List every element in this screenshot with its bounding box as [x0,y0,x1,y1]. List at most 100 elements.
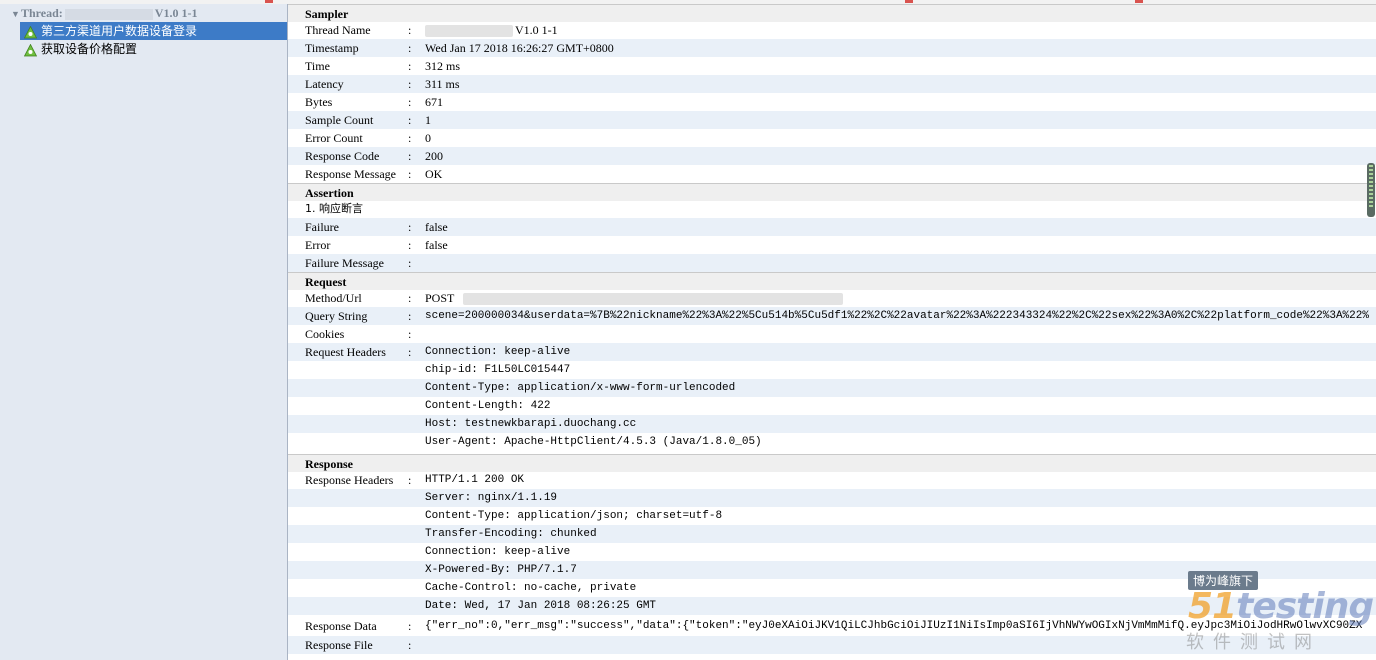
field-key: Thread Name [305,23,371,37]
field-key: Latency [305,77,344,91]
field-separator: : [408,256,412,270]
field-row: Cookies: [288,325,1376,343]
field-row: X-Powered-By: PHP/7.1.7 [288,561,1376,579]
field-separator: : [408,23,412,37]
field-value: Date: Wed, 17 Jan 2018 08:26:25 GMT [425,600,657,612]
tree-root-thread[interactable]: ▼Thread: V1.0 1-1 [0,4,287,22]
field-value: HTTP/1.1 200 OK [425,474,525,486]
field-separator: : [408,345,412,359]
field-row: User-Agent: Apache-HttpClient/4.5.3 (Jav… [288,433,1376,451]
sampler-result-panel: Sampler Thread Name: V1.0 1-1 Timestamp: W… [288,4,1376,660]
field-separator: : [408,638,412,652]
field-separator: : [408,220,412,234]
field-key: Error Count [305,131,363,145]
field-value: Host: testnewkbarapi.duochang.cc [425,418,637,430]
field-key: Error [305,238,331,252]
field-row: Response File: [288,636,1376,654]
field-key: Method/Url [305,291,362,305]
field-value: {"err_no":0,"err_msg":"success","data":{… [425,620,1363,632]
field-row: Thread Name: V1.0 1-1 [288,21,1376,39]
field-key: Failure Message [305,256,384,270]
field-value: Wed Jan 17 2018 16:26:27 GMT+0800 [425,41,614,55]
field-row: Content-Type: application/x-www-form-url… [288,379,1376,397]
redacted-text [425,25,513,38]
field-row: Failure: false [288,218,1376,236]
field-value: 312 ms [425,59,461,73]
field-row: chip-id: F1L50LC015447 [288,361,1376,379]
redacted-url [463,293,844,306]
field-row: Failure Message: [288,254,1376,272]
field-separator: : [408,95,412,109]
field-key: Response Data [305,619,377,633]
field-row: Response Data: {"err_no":0,"err_msg":"suc… [288,617,1376,635]
field-separator: : [408,77,412,91]
field-separator: : [408,131,412,145]
field-value: chip-id: F1L50LC015447 [425,364,571,376]
success-sampler-icon [24,25,37,39]
field-separator: : [408,113,412,127]
field-value: Connection: keep-alive [425,546,571,558]
field-row: Connection: keep-alive [288,543,1376,561]
field-row: Content-Type: application/json; charset=… [288,507,1376,525]
assertion-name-row: 1. 响应断言 [288,200,1376,218]
field-key: Response Message [305,167,396,181]
field-value: Cache-Control: no-cache, private [425,582,637,594]
field-value: Content-Length: 422 [425,400,551,412]
field-separator: : [408,167,412,181]
field-value: 311 ms [425,77,460,91]
field-row: Response Headers: HTTP/1.1 200 OK [288,471,1376,489]
collapse-toggle-icon[interactable]: ▼ [11,5,21,23]
field-separator: : [408,41,412,55]
tree-item-sampler-1[interactable]: 第三方渠道用户数据设备登录 [20,22,287,40]
field-row: Error: false [288,236,1376,254]
field-separator: : [408,291,412,305]
tree-item-sampler-2[interactable]: 获取设备价格配置 [20,40,287,58]
toolbar-marker [1135,0,1143,3]
field-value: scene=200000034&userdata=%7B%22nickname%… [425,310,1369,322]
field-separator: : [408,149,412,163]
section-header-request: Request [288,272,1376,290]
field-value: 0 [425,131,431,145]
field-row: Host: testnewkbarapi.duochang.cc [288,415,1376,433]
field-row: Timestamp: Wed Jan 17 2018 16:26:27 GMT+0… [288,39,1376,57]
field-row: Response Code:200 [288,147,1376,165]
field-separator: : [408,59,412,73]
redacted-text [64,8,153,20]
field-value: X-Powered-By: PHP/7.1.7 [425,564,577,576]
tree-item-label: 第三方渠道用户数据设备登录 [41,24,198,38]
field-key: Query String [305,309,368,323]
section-header-assertion: Assertion [288,183,1376,201]
field-row: Method/Url: POST [288,289,1376,307]
field-key: Response Headers [305,473,394,487]
field-key: Response Code [305,149,380,163]
assertion-name: 1. 响应断言 [305,202,363,215]
success-sampler-icon [24,43,37,57]
tree-item-label: 获取设备价格配置 [41,42,138,56]
field-row: Request Headers: Connection: keep-alive [288,343,1376,361]
field-row: Response Message: OK [288,165,1376,183]
thread-label-suffix: V1.0 1-1 [154,6,198,20]
field-row: Date: Wed, 17 Jan 2018 08:26:25 GMT [288,597,1376,615]
thread-name-value: V1.0 1-1 [515,23,558,37]
scrollbar-thumb[interactable] [1367,163,1375,217]
field-value: 671 [425,95,443,109]
field-key: Failure [305,220,339,234]
field-value: Transfer-Encoding: chunked [425,528,597,540]
field-value: V1.0 1-1 [425,21,558,39]
field-separator: : [408,238,412,252]
field-row: Query String: scene=200000034&userdata=%7… [288,307,1376,325]
field-key: Bytes [305,95,333,109]
field-value: Server: nginx/1.1.19 [425,492,558,504]
field-key: Response File [305,638,373,652]
field-value: false [425,238,448,252]
field-value: Connection: keep-alive [425,346,571,358]
field-separator: : [408,309,412,323]
field-separator: : [408,327,412,341]
field-value: Content-Type: application/x-www-form-url… [425,382,736,394]
field-key: Sample Count [305,113,374,127]
section-header-sampler: Sampler [288,4,1376,22]
http-method: POST [425,291,455,305]
section-header-response: Response [288,454,1376,472]
field-row: Error Count:0 [288,129,1376,147]
field-row: Sample Count:1 [288,111,1376,129]
